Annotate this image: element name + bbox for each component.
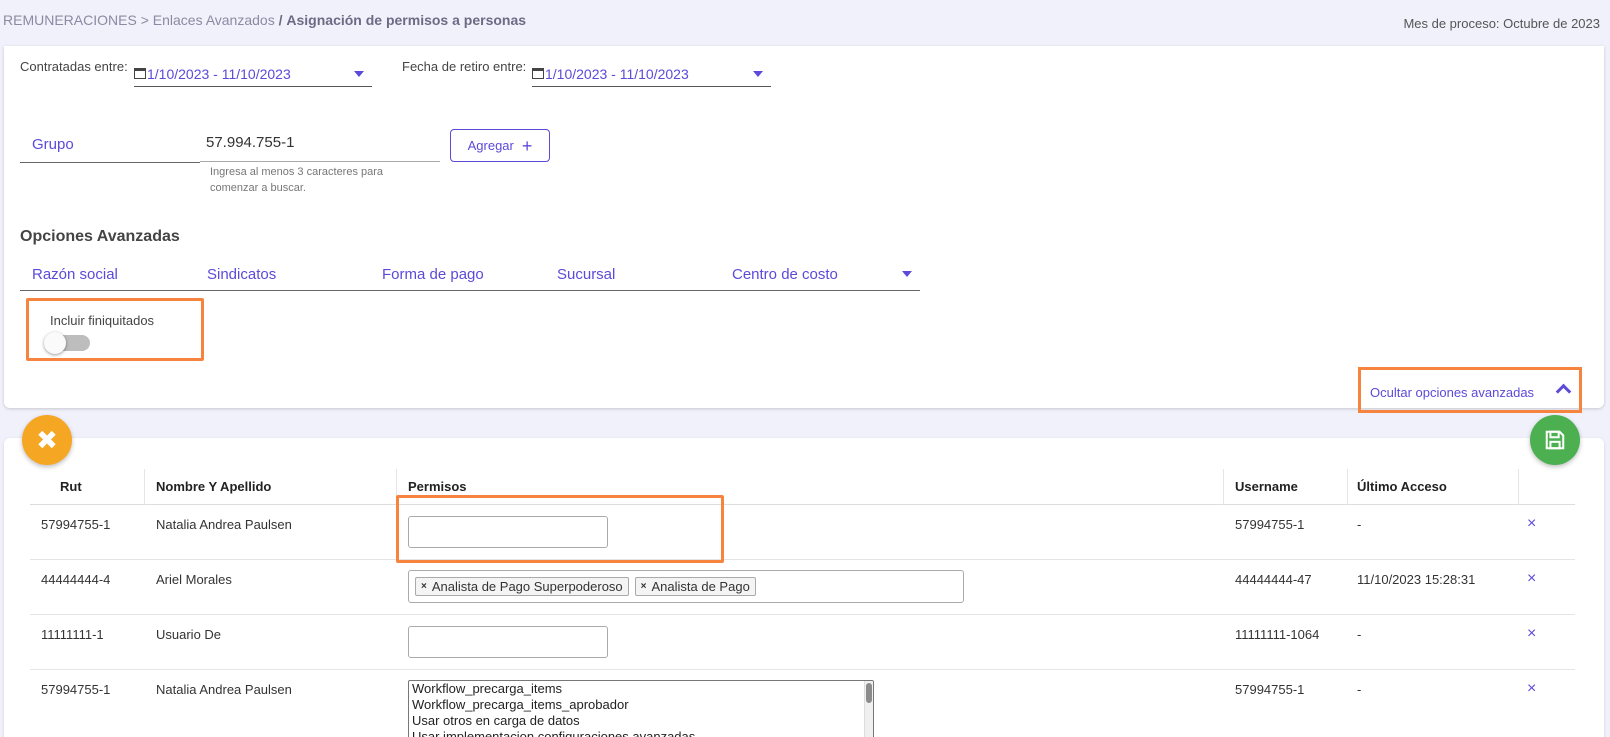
retire-date-range-field[interactable]: 1/10/2023 - 11/10/2023: [532, 61, 771, 87]
retire-date-label: Fecha de retiro entre:: [402, 59, 527, 74]
row-name: Natalia Andrea Paulsen: [156, 682, 292, 697]
row-name: Ariel Morales: [156, 572, 232, 587]
filter-branch[interactable]: Sucursal: [545, 266, 720, 283]
row-last-access: -: [1357, 517, 1362, 532]
row-last-access: -: [1357, 682, 1362, 697]
row-rut: 57994755-1: [41, 517, 111, 532]
row-rut: 57994755-1: [41, 682, 111, 697]
chip-remove-icon[interactable]: ×: [641, 581, 647, 592]
row-last-access: 11/10/2023 15:28:31: [1357, 572, 1476, 587]
dropdown-caret-icon[interactable]: [902, 271, 912, 277]
process-month: Mes de proceso: Octubre de 2023: [1403, 16, 1600, 31]
table-row: 57994755-1 Natalia Andrea Paulsen 579947…: [30, 505, 1575, 560]
breadcrumb: REMUNERACIONES > Enlaces Avanzados / Asi…: [3, 12, 526, 28]
column-rut[interactable]: Rut: [60, 479, 82, 494]
column-name[interactable]: Nombre Y Apellido: [156, 479, 271, 494]
permission-option[interactable]: Workflow_precarga_items: [412, 681, 870, 697]
column-last-access[interactable]: Último Acceso: [1357, 479, 1447, 494]
permissions-input-highlight: [396, 495, 724, 563]
breadcrumb-separator: /: [278, 12, 283, 28]
breadcrumb-root[interactable]: REMUNERACIONES: [3, 12, 137, 28]
save-icon: [1545, 430, 1565, 450]
permission-option[interactable]: Usar otros en carga de datos: [412, 713, 870, 729]
permission-option[interactable]: Workflow_precarga_items_aprobador: [412, 697, 870, 713]
table-row: 57994755-1 Natalia Andrea Paulsen Workfl…: [30, 670, 1575, 737]
permission-option[interactable]: Usar implementacion configuraciones avan…: [412, 729, 870, 737]
dropdown-caret-icon: [354, 70, 364, 77]
close-icon: ✖: [36, 424, 58, 455]
page-title: Asignación de permisos a personas: [286, 12, 527, 28]
advanced-filters-bar: Razón social Sindicatos Forma de pago Su…: [20, 258, 920, 291]
filter-cost-center[interactable]: Centro de costo: [720, 266, 895, 283]
hired-between-label: Contratadas entre:: [20, 59, 128, 74]
group-search-input[interactable]: 57.994.755-1: [200, 126, 440, 162]
row-name: Usuario De: [156, 627, 222, 642]
breadcrumb-separator: >: [140, 12, 149, 28]
group-select[interactable]: Grupo: [20, 128, 200, 163]
include-settled-label: Incluir finiquitados: [50, 313, 155, 328]
row-rut: 11111111-1: [41, 627, 104, 642]
row-username: 57994755-1: [1235, 682, 1305, 697]
filters-panel: [4, 46, 1604, 408]
row-username: 57994755-1: [1235, 517, 1305, 532]
row-last-access: -: [1357, 627, 1362, 642]
add-button-label: Agregar: [467, 138, 514, 153]
hired-date-range-field[interactable]: 1/10/2023 - 11/10/2023: [134, 61, 372, 87]
table-row: 44444444-4 Ariel Morales × Analista de Pa…: [30, 560, 1575, 615]
remove-row-icon[interactable]: ×: [1527, 515, 1536, 533]
permissions-listbox[interactable]: Workflow_precarga_items Workflow_precarg…: [408, 680, 874, 737]
group-search-hint: Ingresa al menos 3 caracteres para comen…: [210, 166, 384, 194]
include-settled-toggle[interactable]: [44, 332, 90, 354]
dropdown-caret-icon: [753, 70, 763, 77]
breadcrumb-middle[interactable]: Enlaces Avanzados: [153, 12, 275, 28]
filter-payment-method[interactable]: Forma de pago: [370, 266, 545, 283]
hired-date-range-value: 1/10/2023 - 11/10/2023: [147, 65, 291, 82]
remove-row-icon[interactable]: ×: [1527, 570, 1536, 588]
save-fab-button[interactable]: [1530, 415, 1580, 465]
close-fab-button[interactable]: ✖: [22, 415, 72, 465]
chip-remove-icon[interactable]: ×: [421, 581, 427, 592]
column-username[interactable]: Username: [1235, 479, 1298, 494]
plus-icon: +: [521, 135, 533, 156]
listbox-scrollbar[interactable]: [864, 681, 873, 737]
filter-company[interactable]: Razón social: [20, 266, 195, 283]
column-permissions[interactable]: Permisos: [408, 479, 467, 494]
hide-advanced-options-link[interactable]: Ocultar opciones avanzadas: [1370, 385, 1534, 400]
table-header: Rut Nombre Y Apellido Permisos Username …: [30, 469, 1575, 505]
add-button[interactable]: Agregar +: [450, 129, 550, 162]
remove-row-icon[interactable]: ×: [1527, 680, 1536, 698]
permissions-multiselect[interactable]: × Analista de Pago Superpoderoso × Analist…: [408, 570, 964, 603]
row-username: 44444444-47: [1235, 572, 1312, 587]
retire-date-range-value: 1/10/2023 - 11/10/2023: [545, 65, 689, 82]
table-row: 11111111-1 Usuario De 11111111-1064 - ×: [30, 615, 1575, 670]
scrollbar-thumb[interactable]: [866, 683, 872, 703]
calendar-icon: [134, 68, 146, 79]
permissions-input[interactable]: [408, 626, 608, 658]
row-username: 11111111-1064: [1235, 627, 1320, 642]
filter-unions[interactable]: Sindicatos: [195, 266, 370, 283]
row-name: Natalia Andrea Paulsen: [156, 517, 292, 532]
advanced-options-title: Opciones Avanzadas: [20, 228, 180, 245]
calendar-icon: [532, 68, 544, 79]
toggle-knob: [44, 332, 66, 354]
permission-chip[interactable]: × Analista de Pago Superpoderoso: [415, 577, 629, 596]
remove-row-icon[interactable]: ×: [1527, 625, 1536, 643]
row-rut: 44444444-4: [41, 572, 111, 587]
permission-chip[interactable]: × Analista de Pago: [634, 577, 756, 596]
